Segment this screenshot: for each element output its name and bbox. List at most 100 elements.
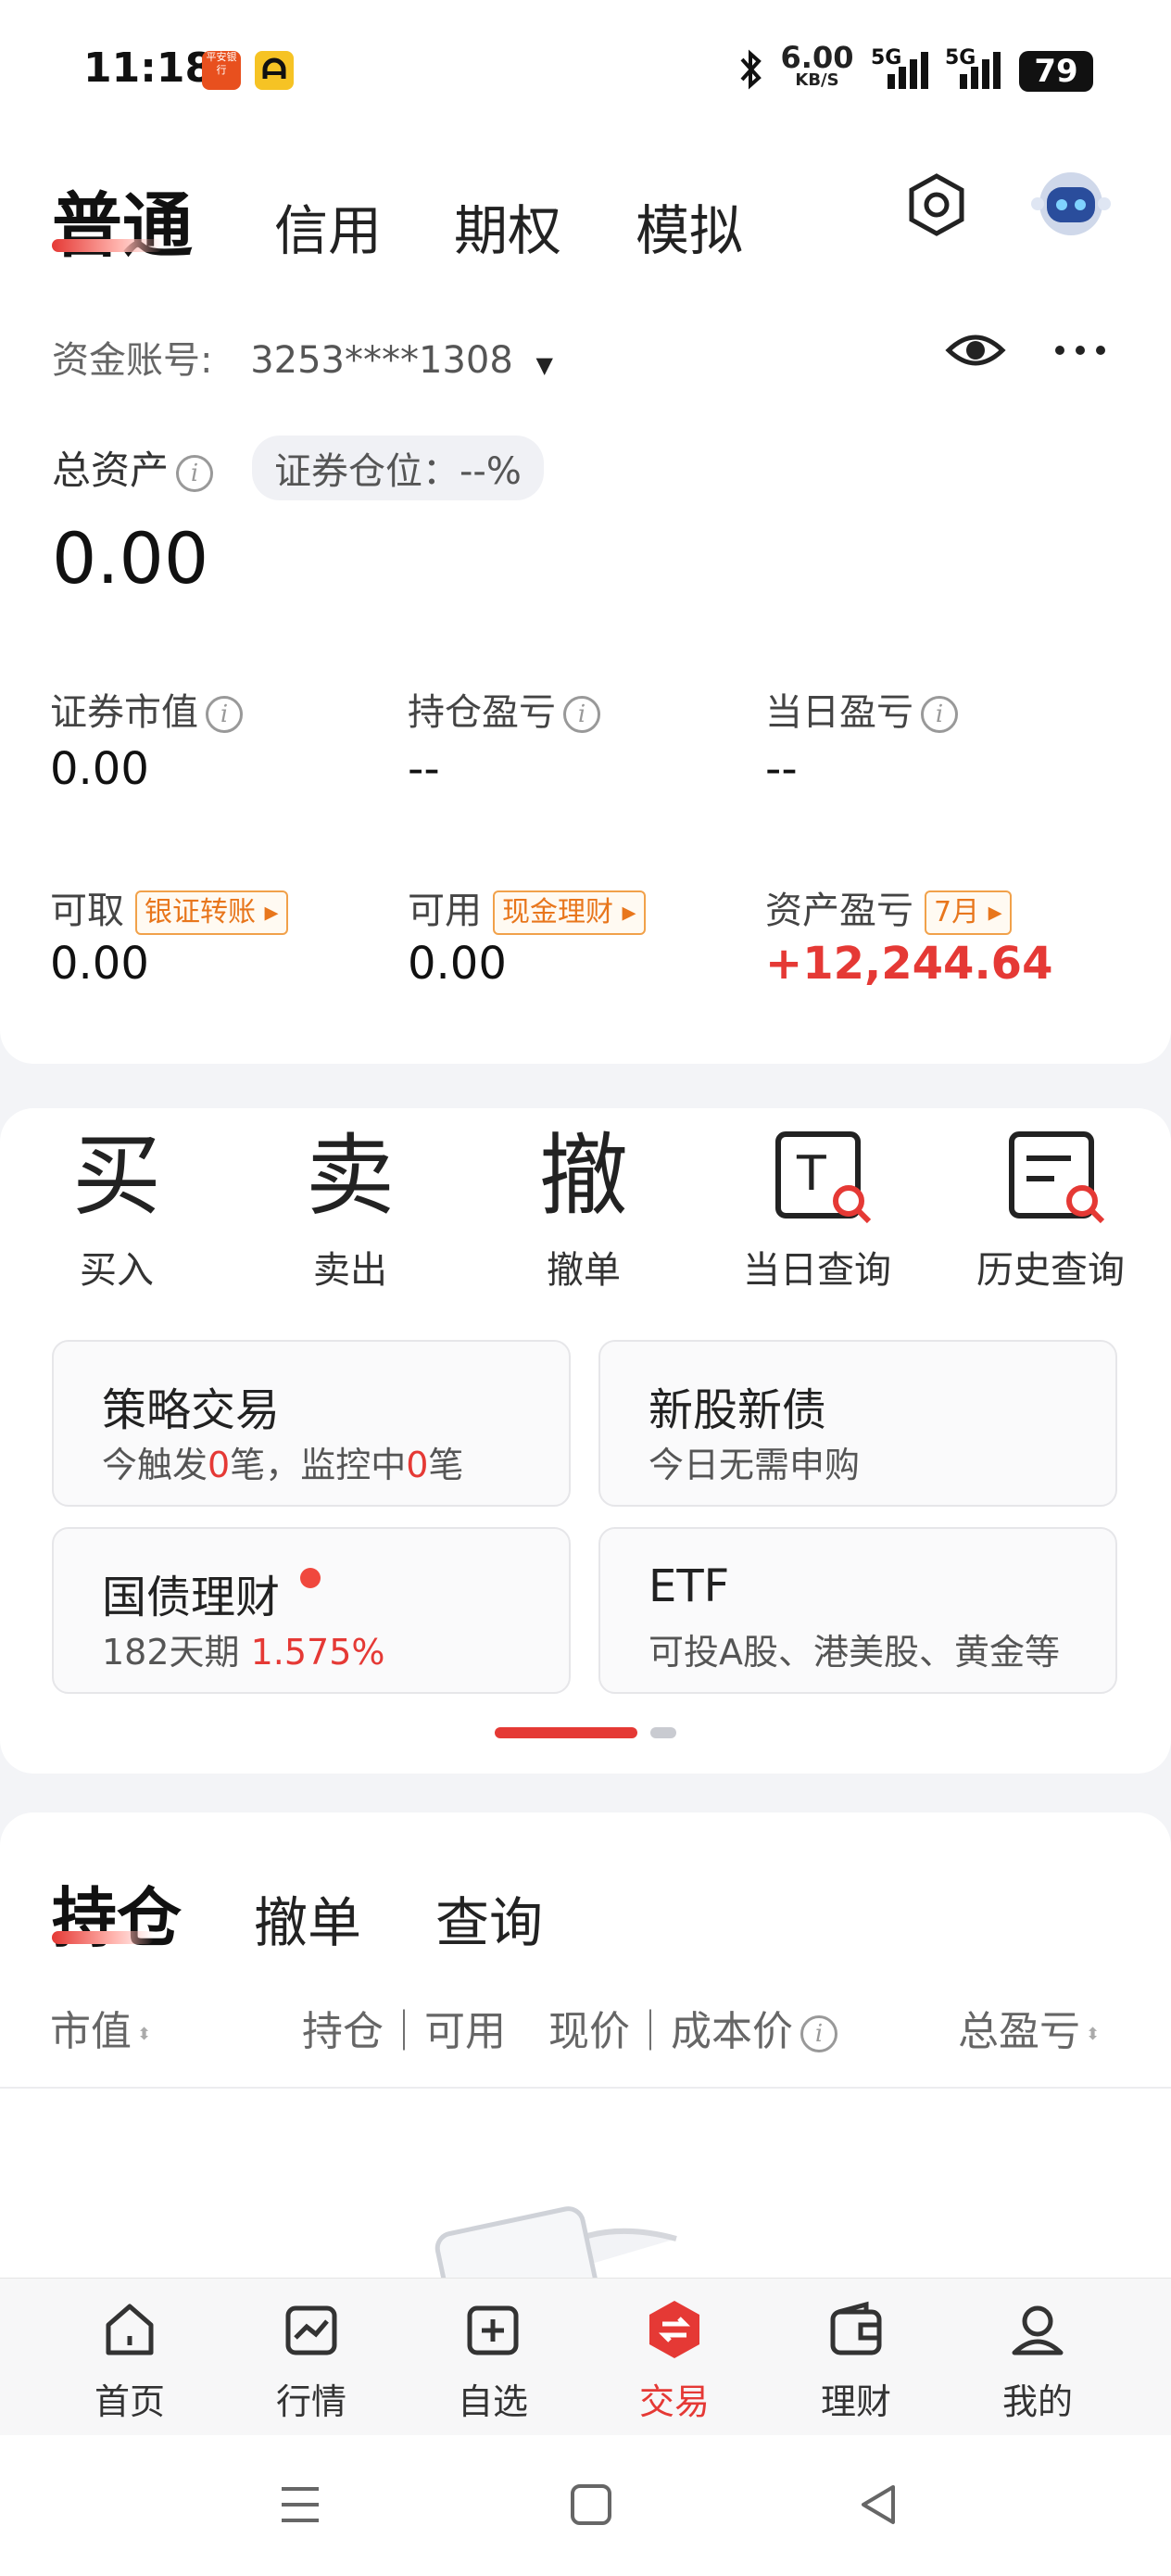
cash-management-badge[interactable]: 现金理财 ▸: [493, 890, 646, 935]
home-icon: [106, 2304, 154, 2355]
total-assets-label-row: 总资产 i: [52, 439, 214, 496]
metric-daily-pl-label: 当日盈亏 i: [765, 682, 958, 736]
tab-active-underline: [52, 239, 163, 252]
total-assets-value: 0.00: [52, 517, 209, 600]
tab-options[interactable]: 期权: [454, 187, 561, 265]
info-icon[interactable]: i: [176, 454, 214, 492]
sort-icon: ⬍: [137, 2024, 152, 2044]
metric-holding-pl-label: 持仓盈亏 i: [408, 682, 600, 736]
column-market-value[interactable]: 市值 ⬍: [50, 1998, 151, 2057]
treasury-bond-card[interactable]: 国债理财 182天期 1.575%: [52, 1527, 571, 1694]
quick-action-sell[interactable]: 卖 卖出: [233, 1125, 467, 1294]
nav-label: 理财: [820, 2381, 891, 2422]
card-title: 国债理财: [102, 1560, 321, 1625]
month-selector-badge[interactable]: 7月 ▸: [925, 890, 1012, 935]
pingan-bank-app-icon: 平安银行: [202, 51, 241, 90]
buy-icon: 买: [72, 1124, 161, 1228]
info-icon[interactable]: i: [800, 2015, 837, 2052]
nav-profile[interactable]: 我的: [954, 2297, 1121, 2424]
bottom-navigation: 首页 行情 自选 交易 理财 我的: [0, 2278, 1171, 2435]
tab-active-underline: [52, 1931, 154, 1944]
nav-trade[interactable]: 交易: [591, 2297, 758, 2424]
column-total-pl[interactable]: 总盈亏 ⬍: [958, 1998, 1100, 2057]
metric-available-label: 可用 现金理财 ▸: [408, 880, 646, 935]
quick-action-label: 撤单: [547, 1249, 621, 1292]
home-square-icon[interactable]: [569, 2481, 613, 2532]
profile-icon: [1012, 2305, 1064, 2355]
account-number: 3253****1308: [250, 339, 513, 382]
eye-icon[interactable]: [945, 324, 1006, 380]
bank-transfer-badge[interactable]: 银证转账 ▸: [135, 890, 288, 935]
quick-action-cancel[interactable]: 撤 撤单: [467, 1125, 700, 1294]
quick-action-buy[interactable]: 买 买入: [0, 1125, 233, 1294]
tab-simulation[interactable]: 模拟: [636, 187, 743, 265]
nav-wealth[interactable]: 理财: [773, 2297, 939, 2424]
nav-label: 行情: [275, 2381, 346, 2422]
bluetooth-icon: [737, 48, 764, 95]
system-navigation-bar: [0, 2435, 1171, 2576]
nav-label: 自选: [457, 2381, 528, 2422]
pager-indicator[interactable]: [650, 1727, 676, 1738]
quick-action-label: 买入: [80, 1249, 154, 1292]
nav-watchlist[interactable]: 自选: [409, 2297, 576, 2424]
quick-action-label: 当日查询: [743, 1249, 891, 1292]
pager-indicator-active: [495, 1727, 637, 1738]
tab-normal[interactable]: 普通: [52, 169, 193, 271]
quick-action-label: 历史查询: [976, 1249, 1125, 1292]
signal-1-icon: [880, 48, 936, 91]
cancel-order-icon: 撤: [539, 1124, 628, 1228]
nav-label: 交易: [638, 2381, 710, 2422]
back-triangle-icon[interactable]: [856, 2481, 900, 2532]
metric-withdrawable-label: 可取 银证转账 ▸: [50, 880, 288, 935]
svg-text:T: T: [796, 1146, 826, 1202]
today-query-icon: T: [700, 1125, 934, 1227]
menu-icon[interactable]: [278, 2481, 322, 2532]
battery-indicator: 79: [1019, 51, 1093, 92]
metric-asset-pl: +12,244.64: [765, 938, 1053, 990]
new-stocks-bonds-card[interactable]: 新股新债 今日无需申购: [598, 1340, 1117, 1507]
network-speed: 6.00 KB/S: [780, 40, 854, 90]
history-query-icon: [934, 1125, 1167, 1227]
quick-action-today-query[interactable]: T 当日查询: [700, 1125, 934, 1294]
metric-withdrawable: 0.00: [50, 938, 149, 990]
nav-market[interactable]: 行情: [228, 2297, 395, 2424]
quick-action-history-query[interactable]: 历史查询: [934, 1125, 1167, 1294]
metric-market-value-label: 证券市值 i: [50, 682, 243, 736]
card-subtitle: 可投A股、港美股、黄金等: [648, 1632, 1060, 1673]
settings-hexagon-icon[interactable]: [906, 172, 967, 241]
card-title: ETF: [648, 1560, 730, 1612]
tab-query[interactable]: 查询: [435, 1879, 543, 1957]
market-icon: [285, 2305, 337, 2355]
card-title: 新股新债: [648, 1384, 827, 1436]
quick-action-label: 卖出: [313, 1249, 387, 1292]
nav-home[interactable]: 首页: [46, 2297, 213, 2424]
status-time: 11:18: [83, 44, 214, 92]
metric-available: 0.00: [408, 938, 507, 990]
robot-assistant-icon[interactable]: [1028, 165, 1114, 243]
signal-2-icon: [952, 48, 1008, 91]
card-subtitle: 今日无需申购: [648, 1445, 861, 1485]
watchlist-icon: [467, 2305, 519, 2355]
position-ratio-pill: 证券仓位：--%: [252, 436, 544, 500]
empty-state-illustration: [417, 2202, 732, 2345]
tab-cancel-orders[interactable]: 撤单: [254, 1879, 361, 1957]
info-icon[interactable]: i: [563, 696, 600, 733]
card-subtitle: 今触发0笔，监控中0笔: [102, 1445, 464, 1485]
new-dot-icon: [300, 1568, 321, 1588]
metric-market-value: 0.00: [50, 743, 149, 795]
strategy-trading-card[interactable]: 策略交易 今触发0笔，监控中0笔: [52, 1340, 571, 1507]
tab-holdings[interactable]: 持仓: [52, 1866, 182, 1960]
column-price-cost: 现价｜成本价 i: [548, 1998, 837, 2057]
info-icon[interactable]: i: [921, 696, 958, 733]
account-label: 资金账号:: [52, 339, 213, 382]
caret-down-icon: ▼: [535, 352, 553, 378]
tab-credit[interactable]: 信用: [274, 187, 382, 265]
account-row[interactable]: 资金账号: 3253****1308 ▼: [52, 330, 553, 384]
info-icon[interactable]: i: [206, 696, 243, 733]
etf-card[interactable]: ETF 可投A股、港美股、黄金等: [598, 1527, 1117, 1694]
nav-label: 首页: [94, 2381, 165, 2422]
total-assets-label: 总资产: [52, 448, 170, 493]
more-options-icon[interactable]: [1051, 332, 1110, 373]
metric-asset-pl-label: 资产盈亏 7月 ▸: [765, 880, 1012, 935]
column-holding-available: 持仓｜可用: [302, 2008, 506, 2055]
